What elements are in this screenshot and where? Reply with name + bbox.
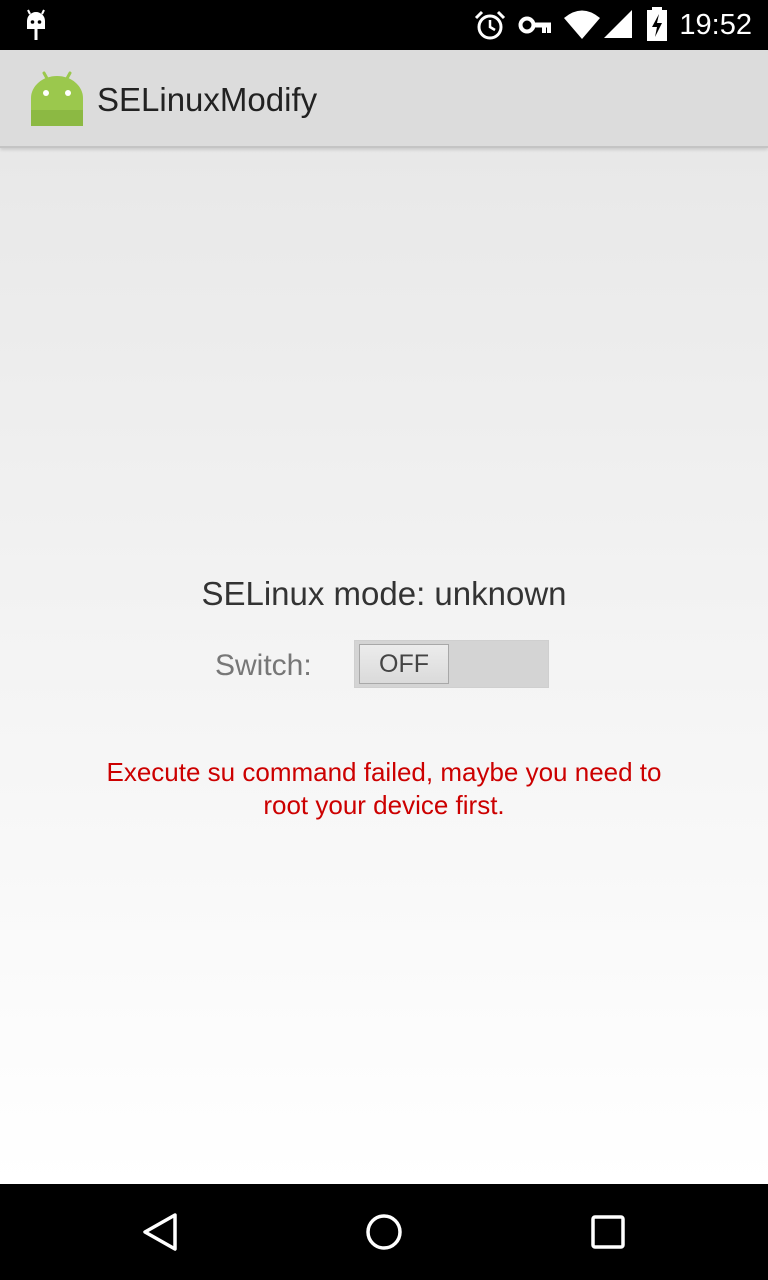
recents-icon[interactable]	[590, 1214, 626, 1250]
android-debug-icon	[27, 9, 45, 40]
error-message: Execute su command failed, maybe you nee…	[106, 757, 662, 820]
switch-label: Switch:	[215, 649, 312, 682]
status-time: 19:52	[679, 9, 752, 41]
android-app-icon	[31, 71, 83, 126]
app-title: SELinuxModify	[97, 81, 318, 118]
screen: 19:52 SELinuxModify SELinux mode: unknow…	[0, 0, 768, 1280]
nav-bar	[0, 1184, 768, 1280]
back-icon[interactable]	[140, 1212, 180, 1252]
selinux-mode-text: SELinux mode: unknown	[201, 575, 567, 612]
vpn-key-icon	[518, 16, 551, 34]
signal-icon	[604, 10, 632, 38]
wifi-icon	[564, 10, 600, 39]
toggle-thumb: OFF	[359, 644, 449, 684]
status-bar: 19:52	[0, 0, 768, 50]
home-icon[interactable]	[364, 1212, 404, 1252]
selinux-toggle-switch[interactable]: OFF	[354, 640, 549, 688]
alarm-icon	[474, 10, 506, 40]
main-content: SELinux mode: unknown Switch: OFF Execut…	[0, 146, 768, 1184]
action-bar: SELinuxModify	[0, 50, 768, 148]
battery-charging-icon	[647, 7, 667, 41]
